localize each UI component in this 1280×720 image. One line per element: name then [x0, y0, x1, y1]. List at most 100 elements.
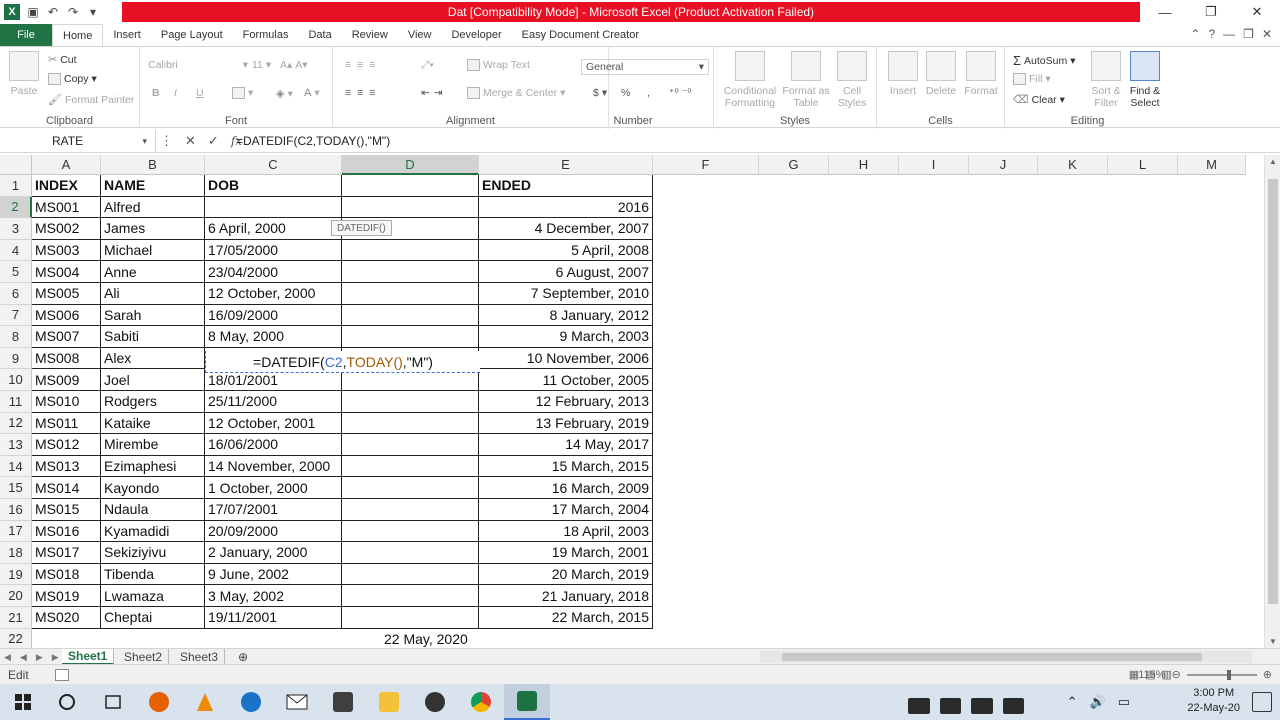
task-view-button[interactable]	[90, 684, 136, 720]
workbook-close-icon[interactable]: ✕	[1262, 27, 1272, 41]
workbook-restore-icon[interactable]: ❐	[1243, 27, 1254, 41]
column-header-b[interactable]: B	[101, 155, 205, 175]
row-header[interactable]: 5	[0, 261, 32, 283]
scroll-down-icon[interactable]: ▼	[1265, 637, 1280, 646]
select-all-corner[interactable]	[0, 155, 32, 175]
redo-icon[interactable]: ↷	[66, 5, 80, 19]
autosum-button[interactable]: Σ AutoSum ▾	[1013, 53, 1076, 68]
table-cell[interactable]: 17/07/2001	[205, 499, 342, 521]
column-header-a[interactable]: A	[32, 155, 101, 175]
row-header[interactable]: 15	[0, 477, 32, 499]
merge-center-button[interactable]: Merge & Center ▾	[467, 87, 565, 99]
table-cell[interactable]: 20/09/2000	[205, 520, 342, 543]
row-header[interactable]: 4	[0, 239, 32, 262]
taskbar-vlc[interactable]	[182, 684, 228, 720]
table-cell[interactable]	[342, 283, 479, 305]
cell-styles-button[interactable]: Cell Styles	[828, 51, 876, 109]
table-cell[interactable]: MS001	[32, 196, 101, 219]
table-cell[interactable]: Joel	[101, 369, 205, 391]
table-cell[interactable]	[342, 391, 479, 413]
fill-button[interactable]: Fill ▾	[1013, 73, 1051, 85]
table-cell[interactable]: MS003	[32, 239, 101, 262]
table-cell[interactable]: MS020	[32, 607, 101, 629]
video-icon[interactable]	[939, 698, 961, 714]
table-cell[interactable]	[342, 542, 479, 564]
table-cell[interactable]: Sekiziyivu	[101, 542, 205, 564]
tab-page-layout[interactable]: Page Layout	[151, 24, 233, 46]
column-header-m[interactable]: M	[1178, 155, 1246, 175]
table-cell[interactable]: Sarah	[101, 304, 205, 327]
table-cell[interactable]	[342, 499, 479, 521]
table-cell[interactable]: 12 October, 2000	[205, 283, 342, 305]
table-cell[interactable]: Ezimaphesi	[101, 455, 205, 478]
last-sheet-icon[interactable]: ▶	[52, 652, 59, 663]
table-cell[interactable]: 2016	[479, 196, 653, 219]
table-cell[interactable]: Tibenda	[101, 563, 205, 586]
table-cell[interactable]	[342, 434, 479, 456]
indent-buttons[interactable]: ⇤⇥	[421, 87, 447, 99]
worksheet-grid[interactable]: ABCDEFGHIJKLM 1 INDEX NAME DOB ENDED 2 MS001 Al…	[0, 155, 1264, 648]
table-cell[interactable]: 12 October, 2001	[205, 412, 342, 435]
font-grow-shrink[interactable]: A▴ A▾	[280, 59, 308, 71]
table-cell[interactable]	[342, 607, 479, 629]
table-cell[interactable]: 17 March, 2004	[479, 499, 653, 521]
orientation-button[interactable]: ⤢▾	[421, 59, 434, 72]
row-header[interactable]: 17	[0, 520, 32, 543]
table-cell[interactable]: Kayondo	[101, 477, 205, 499]
table-cell[interactable]	[342, 477, 479, 499]
table-cell[interactable]: INDEX	[32, 175, 101, 197]
row-header[interactable]: 19	[0, 563, 32, 586]
formula-input[interactable]: =DATEDIF(C2,TODAY(),"M")	[236, 130, 390, 152]
name-box[interactable]: RATE ▾	[0, 130, 156, 152]
table-cell[interactable]: ENDED	[479, 175, 653, 197]
column-header-d[interactable]: D	[342, 155, 479, 175]
taskbar-excel[interactable]	[504, 684, 550, 720]
settings-gear-icon[interactable]	[1002, 698, 1024, 714]
row-header[interactable]: 7	[0, 304, 32, 327]
decimal-buttons[interactable]: ⁺⁰ ⁻⁰	[669, 87, 691, 99]
table-cell[interactable]: 11 October, 2005	[479, 369, 653, 391]
tab-easy-document-creator[interactable]: Easy Document Creator	[512, 24, 649, 46]
row-header[interactable]: 13	[0, 434, 32, 456]
row-header[interactable]: 14	[0, 455, 32, 478]
taskbar-edge[interactable]	[228, 684, 274, 720]
table-cell[interactable]: MS012	[32, 434, 101, 456]
font-name-select[interactable]: Calibri ▾	[148, 59, 248, 71]
underline-button[interactable]: U	[196, 87, 204, 99]
camera-icon[interactable]	[908, 698, 930, 714]
table-cell[interactable]: MS007	[32, 326, 101, 348]
row-header[interactable]: 10	[0, 369, 32, 391]
italic-button[interactable]: I	[174, 87, 177, 99]
table-cell[interactable]	[342, 563, 479, 586]
table-cell[interactable]: 9 March, 2003	[479, 326, 653, 348]
taskbar-file-explorer[interactable]	[366, 684, 412, 720]
start-button[interactable]	[0, 684, 46, 720]
table-cell[interactable]: MS015	[32, 499, 101, 521]
table-cell[interactable]: MS008	[32, 347, 101, 370]
table-cell[interactable]: 1 October, 2000	[205, 477, 342, 499]
zoom-slider[interactable]	[1186, 669, 1257, 680]
table-cell[interactable]: 6 August, 2007	[479, 261, 653, 283]
taskbar-clock[interactable]: 3:00 PM 22-May-20	[1187, 686, 1240, 716]
table-cell[interactable]	[342, 585, 479, 607]
tab-data[interactable]: Data	[298, 24, 341, 46]
borders-button[interactable]: ▾	[232, 87, 253, 99]
find-select-button[interactable]: Find & Select	[1125, 51, 1165, 109]
tab-home[interactable]: Home	[52, 24, 104, 46]
table-cell[interactable]: MS002	[32, 218, 101, 240]
row-header[interactable]: 1	[0, 175, 32, 197]
table-cell[interactable]: Alex	[101, 347, 205, 370]
row-header[interactable]: 21	[0, 607, 32, 629]
format-painter-button[interactable]: 🖌 Format Painter	[48, 93, 134, 107]
percent-button[interactable]: %	[621, 87, 630, 99]
table-cell[interactable]: 20 March, 2019	[479, 563, 653, 586]
first-sheet-icon[interactable]: ◀	[4, 652, 11, 663]
table-cell[interactable]	[342, 412, 479, 435]
zoom-level[interactable]: 115%	[1138, 669, 1165, 681]
table-cell[interactable]: Sabiti	[101, 326, 205, 348]
row-header[interactable]: 8	[0, 326, 32, 348]
volume-icon[interactable]: 🔊	[1090, 694, 1106, 710]
battery-icon[interactable]: ▭	[1118, 694, 1130, 710]
table-cell[interactable]: James	[101, 218, 205, 240]
table-cell[interactable]: 25/11/2000	[205, 391, 342, 413]
